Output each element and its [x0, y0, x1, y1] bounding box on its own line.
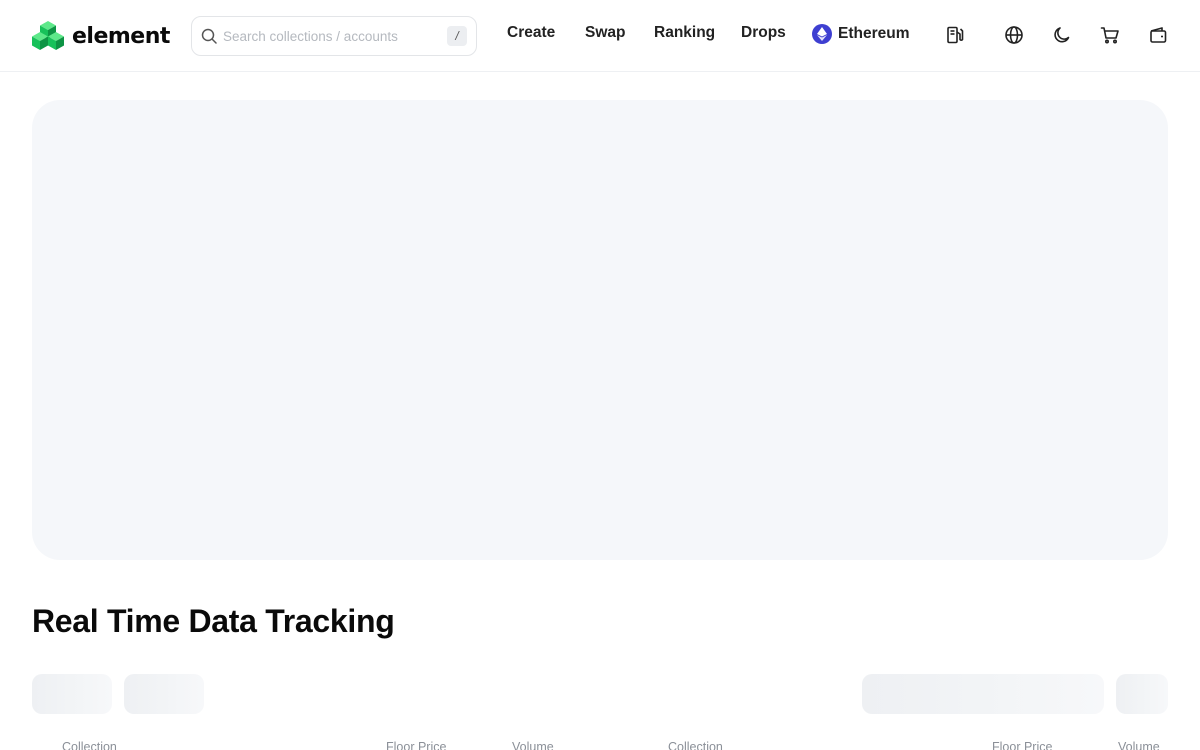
gas-pump-icon[interactable]: [944, 24, 966, 46]
nav-ranking[interactable]: Ranking: [654, 24, 715, 42]
column-header-collection: Collection: [62, 740, 117, 750]
filter-button-skeleton: [1116, 674, 1168, 714]
element-logo-icon: [32, 21, 64, 50]
cart-icon[interactable]: [1099, 24, 1121, 46]
moon-icon[interactable]: [1051, 24, 1073, 46]
column-header-volume: Volume: [512, 740, 554, 750]
chain-label: Ethereum: [838, 25, 910, 42]
search-input[interactable]: [223, 28, 443, 44]
search-shortcut-key: /: [447, 26, 467, 46]
ethereum-icon: [812, 24, 832, 44]
filter-tab-skeleton: [124, 674, 204, 714]
column-header-floor-price: Floor Price: [992, 740, 1053, 750]
wallet-icon[interactable]: [1147, 24, 1169, 46]
nav-create[interactable]: Create: [507, 24, 555, 42]
column-header-floor-price: Floor Price: [386, 740, 447, 750]
filter-tab-skeleton: [32, 674, 112, 714]
brand-name: element: [72, 23, 170, 49]
nav-swap[interactable]: Swap: [585, 24, 625, 42]
search-icon: [201, 28, 217, 44]
column-header-volume: Volume: [1118, 740, 1160, 750]
column-header-collection: Collection: [668, 740, 723, 750]
top-navigation-bar: element / Create Swap Ranking Drops Ethe…: [0, 0, 1200, 72]
hero-banner-placeholder: [32, 100, 1168, 560]
brand-logo[interactable]: element: [32, 19, 170, 53]
globe-icon[interactable]: [1003, 24, 1025, 46]
chain-selector[interactable]: Ethereum: [812, 24, 910, 44]
section-title: Real Time Data Tracking: [32, 603, 395, 639]
nav-drops[interactable]: Drops: [741, 24, 786, 42]
search-box[interactable]: /: [191, 16, 477, 56]
filter-selector-skeleton: [862, 674, 1104, 714]
